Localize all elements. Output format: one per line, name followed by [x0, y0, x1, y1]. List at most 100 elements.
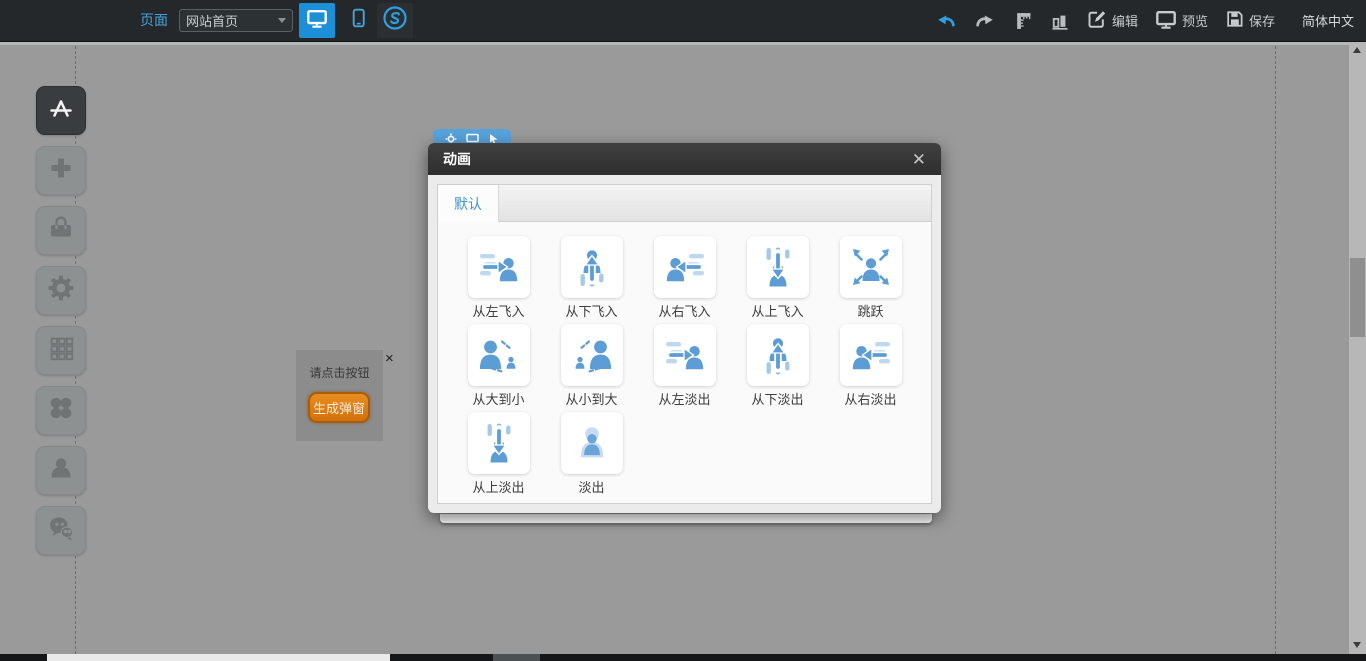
- fly-in-top-icon[interactable]: [747, 236, 809, 298]
- layout-guide-right: [1275, 41, 1276, 654]
- grid-icon: [47, 334, 75, 367]
- animation-item[interactable]: 从右淡出: [824, 324, 917, 407]
- edit-icon: [1087, 9, 1107, 32]
- modal-tabbar: 默认: [438, 185, 931, 222]
- topbar-actions: 编辑 预览 保存 简体中文: [935, 0, 1354, 41]
- animation-label: 从下飞入: [565, 304, 617, 319]
- animation-item[interactable]: 从上飞入: [731, 236, 824, 319]
- animation-item[interactable]: 从下飞入: [545, 236, 638, 319]
- vertical-scrollbar[interactable]: [1349, 41, 1366, 654]
- animation-label: 从小到大: [565, 392, 617, 407]
- page-label: 页面: [140, 0, 168, 41]
- animation-item[interactable]: 从左飞入: [452, 236, 545, 319]
- animation-label: 从左飞入: [472, 304, 524, 319]
- sidebar-item-modules[interactable]: [36, 326, 86, 375]
- animation-item[interactable]: 从大到小: [452, 324, 545, 407]
- ruler-icon[interactable]: [1013, 10, 1033, 32]
- animation-label: 从左淡出: [658, 392, 710, 407]
- fade-bottom-icon[interactable]: [747, 324, 809, 386]
- popup-edge-fragment: [440, 514, 932, 523]
- fade-icon[interactable]: [561, 412, 623, 474]
- language-button[interactable]: 简体中文: [1302, 11, 1354, 30]
- gear-icon: [47, 274, 75, 307]
- modal-header[interactable]: 动画 ✕: [428, 143, 941, 175]
- fly-in-bottom-icon[interactable]: [561, 236, 623, 298]
- fade-right-icon[interactable]: [840, 324, 902, 386]
- save-button[interactable]: 保存: [1225, 9, 1275, 32]
- stats-icon[interactable]: [1050, 10, 1070, 32]
- plus-icon: [47, 154, 75, 187]
- animation-label: 跳跃: [857, 304, 883, 319]
- preview-icon: [1155, 8, 1177, 34]
- preview-label: 预览: [1182, 11, 1208, 30]
- link-tool-button[interactable]: [377, 3, 413, 38]
- sidebar-item-add[interactable]: [36, 146, 86, 195]
- horizontal-scrollbar-segment: [493, 654, 540, 661]
- fade-left-icon[interactable]: [654, 324, 716, 386]
- animation-label: 淡出: [578, 480, 604, 495]
- vertical-scrollbar-thumb[interactable]: [1350, 258, 1365, 337]
- appstore-icon: [47, 94, 75, 127]
- tabbar-filler: [499, 185, 931, 222]
- sidebar: [36, 86, 86, 555]
- fly-in-right-icon[interactable]: [654, 236, 716, 298]
- close-icon[interactable]: ✕: [912, 151, 926, 168]
- mobile-view-button[interactable]: [340, 3, 376, 38]
- small-to-big-icon[interactable]: [561, 324, 623, 386]
- fade-top-icon[interactable]: [468, 412, 530, 474]
- sidebar-item-member[interactable]: [36, 446, 86, 495]
- edit-button[interactable]: 编辑: [1087, 9, 1138, 32]
- animation-label: 从大到小: [472, 392, 524, 407]
- modal-title: 动画: [443, 149, 471, 169]
- animation-item[interactable]: 从左淡出: [638, 324, 731, 407]
- animation-item[interactable]: 淡出: [545, 412, 638, 495]
- save-label: 保存: [1249, 11, 1275, 30]
- undo-icon[interactable]: [935, 10, 957, 32]
- sidebar-item-widgets[interactable]: [36, 386, 86, 435]
- animation-label: 从下淡出: [751, 392, 803, 407]
- animation-item[interactable]: 从下淡出: [731, 324, 824, 407]
- generate-popup-button[interactable]: 生成弹窗: [308, 392, 370, 423]
- animation-grid: 从左飞入 从下飞入 从右飞入 从上飞入 跳跃从大到小 从小到大 从左淡出 从下淡出 从右淡出从上…: [438, 222, 931, 500]
- desktop-icon: [306, 7, 328, 35]
- animation-modal: 动画 ✕ 默认 从左飞入 从下飞入 从右飞入 从上飞入 跳跃从大到小 从小到大 从左淡出 从下…: [428, 143, 941, 513]
- preview-button[interactable]: 预览: [1155, 8, 1208, 34]
- widget-close-icon[interactable]: ×: [385, 352, 394, 366]
- sidebar-item-toolbox[interactable]: [36, 206, 86, 255]
- horizontal-scrollbar-thumb[interactable]: [47, 654, 390, 661]
- animation-item[interactable]: 从上淡出: [452, 412, 545, 495]
- toolbox-icon: [47, 214, 75, 247]
- modal-body: 默认 从左飞入 从下飞入 从右飞入 从上飞入 跳跃从大到小 从小到大 从左淡出 从下淡出 从右淡…: [437, 184, 932, 504]
- animation-label: 从上淡出: [472, 480, 524, 495]
- animation-label: 从右淡出: [844, 392, 896, 407]
- page-select[interactable]: 网站首页: [179, 9, 293, 32]
- desktop-view-button[interactable]: [299, 3, 335, 38]
- popup-trigger-widget[interactable]: 请点击按钮 生成弹窗: [296, 350, 383, 441]
- redo-icon[interactable]: [974, 10, 996, 32]
- wechat-icon: [47, 514, 75, 547]
- animation-label: 从上飞入: [751, 304, 803, 319]
- clover-icon: [47, 394, 75, 427]
- topbar: 页面 网站首页 编辑 预览: [0, 0, 1366, 42]
- big-to-small-icon[interactable]: [468, 324, 530, 386]
- animation-item[interactable]: 从右飞入: [638, 236, 731, 319]
- link-icon: [382, 5, 408, 36]
- scroll-up-arrow-icon[interactable]: [1353, 47, 1361, 53]
- animation-item[interactable]: 从小到大: [545, 324, 638, 407]
- chevron-down-icon: [278, 18, 286, 23]
- sidebar-item-wechat[interactable]: [36, 506, 86, 555]
- widget-text: 请点击按钮: [296, 350, 383, 381]
- horizontal-scrollbar[interactable]: [0, 654, 1366, 661]
- jump-icon[interactable]: [840, 236, 902, 298]
- fly-in-left-icon[interactable]: [468, 236, 530, 298]
- save-icon: [1225, 9, 1244, 32]
- tab-默认[interactable]: 默认: [438, 185, 499, 222]
- editor-app: 页面 网站首页 编辑 预览: [0, 0, 1366, 661]
- animation-item[interactable]: 跳跃: [824, 236, 917, 319]
- sidebar-item-design[interactable]: [36, 86, 86, 135]
- mobile-icon: [348, 6, 369, 35]
- sidebar-item-settings[interactable]: [36, 266, 86, 315]
- animation-label: 从右飞入: [658, 304, 710, 319]
- scroll-down-arrow-icon[interactable]: [1353, 642, 1361, 648]
- user-icon: [47, 454, 75, 487]
